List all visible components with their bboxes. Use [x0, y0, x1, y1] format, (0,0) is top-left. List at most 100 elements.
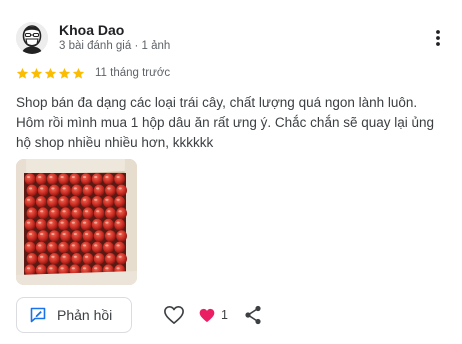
strawberry	[116, 207, 127, 219]
strawberry-highlight	[118, 255, 122, 258]
strawberry-highlight	[107, 233, 111, 235]
strawberry	[35, 196, 47, 208]
strawberry	[103, 218, 114, 231]
strawberry-highlight	[40, 187, 44, 190]
strawberry	[24, 173, 36, 185]
strawberry-highlight	[49, 198, 53, 201]
strawberry-highlight	[40, 255, 44, 258]
strawberry	[71, 230, 83, 242]
strawberry	[26, 230, 38, 242]
strawberry-highlight	[26, 176, 31, 178]
strawberry	[47, 196, 58, 208]
strawberry-highlight	[96, 187, 100, 190]
strawberry	[71, 253, 83, 265]
strawberry	[60, 207, 71, 219]
strawberry	[49, 230, 60, 242]
strawberry-highlight	[51, 187, 55, 190]
strawberry	[47, 241, 58, 254]
star-icon	[58, 67, 71, 79]
strawberry	[82, 253, 94, 265]
star-icon	[44, 67, 57, 79]
strawberry	[82, 207, 94, 219]
strawberry	[91, 196, 103, 208]
more-vert-icon	[436, 30, 440, 46]
reviewer-name[interactable]: Khoa Dao	[59, 22, 124, 38]
more-options-button[interactable]	[428, 26, 448, 50]
like-heart-icon	[164, 306, 184, 324]
strawberry-highlight	[60, 221, 64, 224]
strawberry	[93, 253, 105, 265]
strawberry-highlight	[107, 187, 111, 190]
strawberry	[103, 196, 114, 208]
strawberry-highlight	[94, 267, 98, 270]
strawberry-highlight	[28, 187, 33, 190]
strawberry-highlight	[116, 267, 120, 270]
star-icon	[72, 67, 85, 79]
masked-face-icon	[16, 22, 48, 54]
strawberry	[103, 241, 114, 254]
strawberry-highlight	[82, 198, 87, 201]
strawberry	[105, 184, 116, 197]
reaction-count-button[interactable]: 1	[199, 302, 228, 328]
strawberry-highlight	[116, 244, 120, 247]
strawberry-highlight	[82, 267, 87, 270]
strawberry-highlight	[118, 233, 122, 235]
review-photo[interactable]	[16, 159, 137, 285]
strawberry	[114, 218, 125, 231]
strawberry-highlight	[84, 255, 89, 258]
strawberry	[93, 230, 105, 242]
strawberry-highlight	[94, 198, 98, 201]
strawberry-highlight	[49, 221, 53, 224]
strawberry-highlight	[51, 210, 55, 213]
strawberry-highlight	[71, 267, 75, 270]
strawberry-highlight	[82, 244, 87, 247]
strawberry	[47, 218, 58, 231]
strawberry	[47, 173, 58, 185]
strawberry-highlight	[71, 176, 75, 178]
strawberry	[114, 241, 125, 254]
strawberry	[82, 184, 94, 197]
reply-button[interactable]: Phản hồi	[16, 297, 132, 333]
strawberry	[58, 173, 69, 185]
strawberry	[58, 196, 69, 208]
strawberry-highlight	[84, 233, 89, 235]
strawberry	[26, 184, 38, 197]
strawberry-highlight	[94, 176, 98, 178]
strawberry	[24, 241, 36, 254]
strawberry	[69, 241, 81, 254]
strawberry	[26, 253, 38, 265]
strawberry-highlight	[60, 244, 64, 247]
strawberry-highlight	[28, 233, 33, 235]
strawberry-highlight	[107, 210, 111, 213]
share-button[interactable]	[244, 302, 262, 328]
strawberry-highlight	[94, 244, 98, 247]
strawberry	[91, 218, 103, 231]
strawberry	[24, 196, 36, 208]
strawberry	[37, 230, 49, 242]
strawberry-highlight	[82, 176, 87, 178]
reaction-count: 1	[221, 308, 228, 322]
strawberry	[69, 173, 81, 185]
strawberry-highlight	[116, 221, 120, 224]
strawberry	[91, 241, 103, 254]
like-button[interactable]	[163, 302, 185, 328]
strawberry-highlight	[26, 244, 31, 247]
avatar[interactable]	[16, 22, 48, 54]
strawberry-highlight	[38, 221, 42, 224]
strawberry-highlight	[60, 198, 64, 201]
strawberry	[37, 207, 49, 219]
strawberry-highlight	[71, 244, 75, 247]
strawberry-highlight	[62, 255, 66, 258]
strawberry	[105, 207, 116, 219]
strawberry-highlight	[96, 210, 100, 213]
strawberry	[80, 241, 92, 254]
strawberry	[49, 184, 60, 197]
strawberry	[91, 173, 103, 185]
strawberry-highlight	[116, 176, 120, 178]
strawberry-highlight	[105, 221, 109, 224]
reply-label: Phản hồi	[57, 307, 113, 323]
strawberry-highlight	[71, 221, 75, 224]
strawberry	[93, 184, 105, 197]
strawberry	[114, 196, 125, 208]
strawberry-highlight	[105, 198, 109, 201]
